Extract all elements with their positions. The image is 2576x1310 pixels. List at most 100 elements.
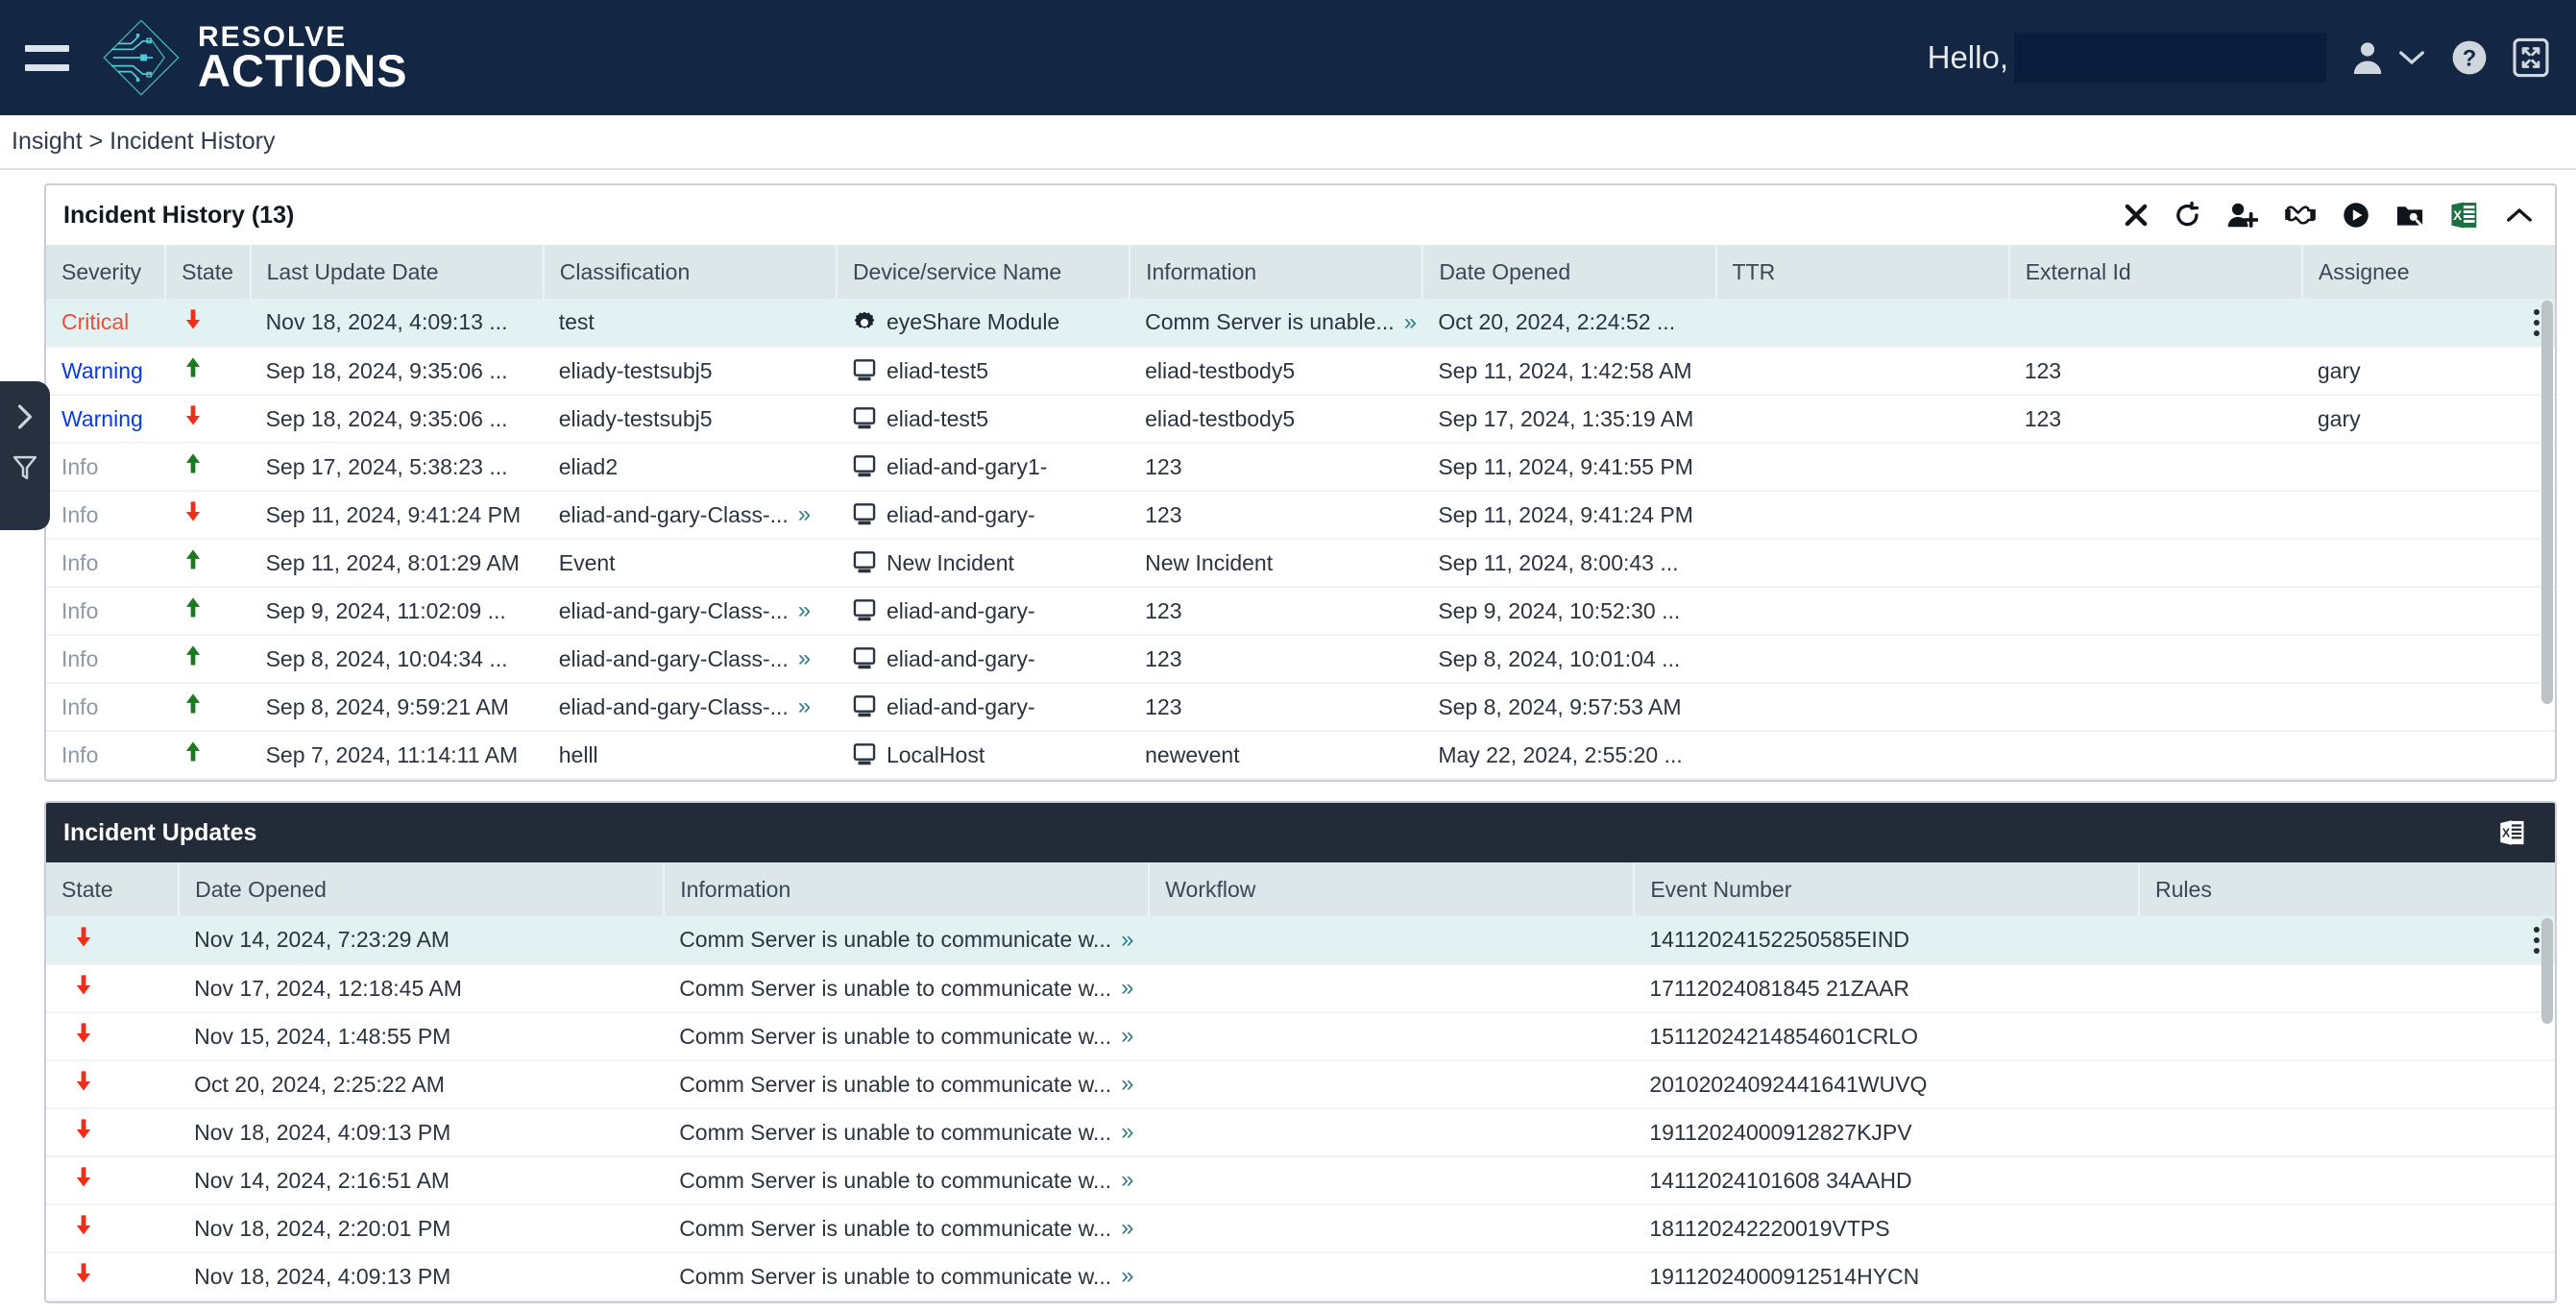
table-row[interactable]: Info Sep 17, 2024, 5:38:23 ... eliad2 eliad…: [46, 443, 2555, 492]
col-device-service-name[interactable]: Device/service Name: [836, 245, 1131, 299]
user-account-button[interactable]: [2351, 39, 2384, 76]
cell-external-id: [2008, 539, 2302, 588]
investigate-button[interactable]: [2395, 202, 2424, 229]
brand-logo[interactable]: RESOLVE ACTIONS: [100, 15, 408, 100]
cell-assignee: [2301, 299, 2555, 348]
col-event-number[interactable]: Event Number: [1634, 862, 2141, 916]
expand-text-icon[interactable]: »: [798, 693, 811, 720]
table-row[interactable]: Nov 14, 2024, 2:16:51 AM Comm Server is u…: [46, 1156, 2555, 1205]
cell-ttr: [1715, 443, 2009, 492]
cell-information: New Incident: [1130, 539, 1423, 588]
export-excel-button[interactable]: X: [2450, 200, 2479, 230]
incident-updates-scrollbar[interactable]: [2540, 862, 2555, 1301]
col-information[interactable]: Information: [1130, 245, 1424, 299]
incident-history-scrollbar[interactable]: [2540, 245, 2555, 780]
help-button[interactable]: ?: [2451, 39, 2488, 76]
col-rules[interactable]: Rules: [2139, 862, 2555, 916]
col-information[interactable]: Information: [664, 862, 1151, 916]
cell-device-service-name: New Incident: [836, 539, 1130, 588]
excel-export-icon: X: [2451, 202, 2477, 229]
col-last-update-date[interactable]: Last Update Date: [250, 245, 545, 299]
cell-classification: eliady-testsubj5: [543, 395, 837, 444]
table-row[interactable]: Nov 14, 2024, 7:23:29 AM Comm Server is u…: [46, 916, 2555, 965]
add-user-button[interactable]: [2227, 202, 2258, 229]
col-ttr[interactable]: TTR: [1715, 245, 2010, 299]
table-row[interactable]: Nov 15, 2024, 1:48:55 PM Comm Server is u…: [46, 1012, 2555, 1061]
cell-workflow: [1149, 964, 1635, 1013]
expand-text-icon[interactable]: »: [1121, 1263, 1133, 1290]
cell-ttr: [1715, 683, 2009, 732]
table-row[interactable]: Info Sep 7, 2024, 11:14:11 AM helll LocalHo…: [46, 731, 2555, 780]
fullscreen-button[interactable]: [2513, 37, 2549, 78]
col-external-id[interactable]: External Id: [2008, 245, 2303, 299]
table-row[interactable]: Info Sep 11, 2024, 9:41:24 PM eliad-and-ga…: [46, 491, 2555, 540]
table-row[interactable]: Nov 18, 2024, 4:09:13 PM Comm Server is u…: [46, 1108, 2555, 1157]
expand-text-icon[interactable]: »: [1121, 975, 1133, 1002]
cell-device-service-name: eliad-and-gary1-: [836, 443, 1130, 492]
table-row[interactable]: Warning Sep 18, 2024, 9:35:06 ... eliady-t…: [46, 395, 2555, 444]
cell-workflow: [1149, 916, 1635, 965]
cell-information: eliad-testbody5: [1130, 347, 1423, 396]
col-assignee[interactable]: Assignee: [2301, 245, 2555, 299]
col-state[interactable]: State: [165, 245, 252, 299]
table-row[interactable]: Info Sep 8, 2024, 10:04:34 ... eliad-and-g…: [46, 635, 2555, 684]
expand-text-icon[interactable]: »: [798, 597, 811, 624]
col-severity[interactable]: Severity: [46, 245, 167, 299]
cell-rules: [2139, 1108, 2555, 1157]
cell-external-id: [2008, 587, 2302, 636]
table-row[interactable]: Info Sep 8, 2024, 9:59:21 AM eliad-and-gar…: [46, 683, 2555, 732]
table-row[interactable]: Info Sep 9, 2024, 11:02:09 ... eliad-and-g…: [46, 587, 2555, 636]
cell-state: [46, 1012, 180, 1061]
expand-text-icon[interactable]: »: [1121, 1215, 1133, 1242]
severity-label: Warning: [61, 405, 143, 431]
col-date-opened[interactable]: Date Opened: [1422, 245, 1717, 299]
col-date-opened[interactable]: Date Opened: [179, 862, 666, 916]
user-menu-dropdown-button[interactable]: [2397, 48, 2426, 67]
expand-text-icon[interactable]: »: [1121, 1071, 1133, 1098]
table-row[interactable]: Warning Sep 18, 2024, 9:35:06 ... eliady-t…: [46, 347, 2555, 396]
breadcrumb[interactable]: Insight > Incident History: [0, 115, 2576, 170]
export-excel-button-updates[interactable]: X: [2499, 818, 2526, 847]
cell-last-update-date: Sep 7, 2024, 11:14:11 AM: [250, 731, 544, 780]
col-classification[interactable]: Classification: [543, 245, 838, 299]
table-row[interactable]: Nov 18, 2024, 2:20:01 PM Comm Server is u…: [46, 1204, 2555, 1253]
cell-severity: Info: [46, 491, 166, 540]
greeting: Hello,: [1928, 33, 2326, 83]
cell-device-service-name: eliad-test5: [836, 347, 1130, 396]
table-row[interactable]: Critical Nov 18, 2024, 4:09:13 ... test eye…: [46, 299, 2555, 348]
scrollbar-thumb[interactable]: [2541, 918, 2553, 1024]
col-state[interactable]: State: [46, 862, 181, 916]
expand-sidebar-button[interactable]: [12, 402, 37, 436]
run-button[interactable]: [2343, 202, 2369, 229]
handshake-button[interactable]: [2284, 203, 2317, 228]
expand-text-icon[interactable]: »: [1121, 1119, 1133, 1146]
svg-text:?: ?: [2463, 46, 2477, 72]
cell-severity: Info: [46, 731, 166, 780]
refresh-button[interactable]: [2175, 202, 2201, 229]
expand-text-icon[interactable]: »: [798, 645, 811, 672]
close-button[interactable]: [2124, 203, 2149, 228]
cell-information: newevent: [1130, 731, 1423, 780]
filter-button[interactable]: [12, 453, 38, 487]
incident-history-title: Incident History (13): [63, 201, 295, 229]
table-row[interactable]: Nov 17, 2024, 12:18:45 AM Comm Server is …: [46, 964, 2555, 1013]
table-row[interactable]: Info Sep 11, 2024, 8:01:29 AM Event New Inc…: [46, 539, 2555, 588]
collapse-panel-button[interactable]: [2505, 205, 2534, 226]
scrollbar-thumb[interactable]: [2541, 301, 2553, 704]
expand-text-icon[interactable]: »: [1121, 927, 1133, 954]
incident-updates-table: State Date Opened Information Workflow E…: [46, 862, 2555, 1301]
state-arrow-down-icon: [76, 926, 91, 946]
expand-text-icon[interactable]: »: [1121, 1167, 1133, 1194]
cell-rules: [2139, 1252, 2555, 1301]
cell-event-number: 17112024081845 21ZAAR: [1634, 964, 2140, 1013]
table-row[interactable]: Oct 20, 2024, 2:25:22 AM Comm Server is u…: [46, 1060, 2555, 1109]
col-workflow[interactable]: Workflow: [1149, 862, 1636, 916]
expand-text-icon[interactable]: »: [1121, 1023, 1133, 1050]
information-text: Comm Server is unable...: [1145, 309, 1395, 334]
expand-text-icon[interactable]: »: [1404, 309, 1417, 336]
hamburger-menu-button[interactable]: [17, 0, 77, 115]
table-row[interactable]: Nov 18, 2024, 4:09:13 PM Comm Server is u…: [46, 1252, 2555, 1301]
cell-information: 123: [1130, 443, 1423, 492]
expand-text-icon[interactable]: »: [798, 501, 811, 528]
monitor-icon: [853, 407, 876, 429]
